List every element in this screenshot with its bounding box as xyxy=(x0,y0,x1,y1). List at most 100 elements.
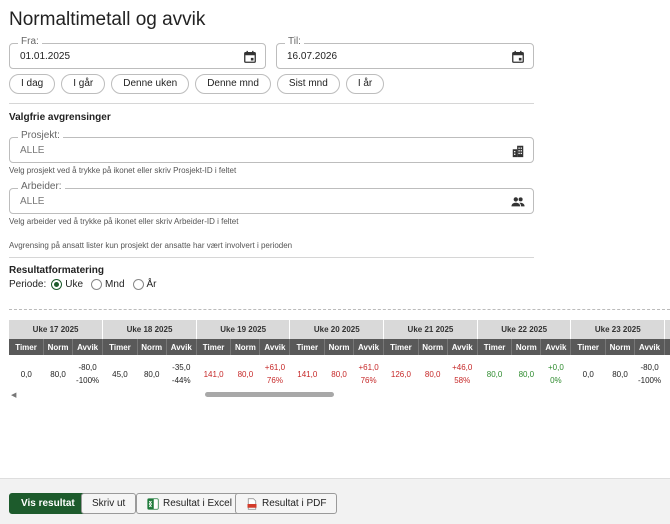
deviation-hours: +61,0 xyxy=(358,363,379,372)
column-header: Avvik xyxy=(540,339,572,355)
deviation-hours: -80,0 xyxy=(78,363,97,372)
deviation-cell: -35,0 -44% xyxy=(166,355,196,393)
column-header: Timer xyxy=(383,339,419,355)
column-header: Avvik xyxy=(353,339,385,355)
week-header: Uke 24 2025 xyxy=(664,320,670,339)
column-header: Timer xyxy=(102,339,138,355)
from-date-label: Fra: xyxy=(18,36,42,47)
filter-note: Avgrensing på ansatt lister kun prosjekt… xyxy=(9,241,293,250)
norm-cell: 80,0 xyxy=(424,369,441,379)
calendar-icon[interactable] xyxy=(511,50,525,64)
period-option-month[interactable]: Mnd xyxy=(91,279,125,290)
horizontal-scrollbar[interactable]: ◀ xyxy=(9,389,670,399)
column-header: Avvik xyxy=(259,339,291,355)
hours-cell: 45,0 xyxy=(112,369,128,379)
project-helper: Velg prosjekt ved å trykke på ikonet ell… xyxy=(9,166,237,175)
deviation-percent: -44% xyxy=(171,376,191,385)
period-option-year[interactable]: År xyxy=(132,279,157,290)
column-header: Timer xyxy=(289,339,326,355)
deviation-percent: 76% xyxy=(360,376,377,385)
norm-cell: 80,0 xyxy=(612,369,628,379)
worker-field[interactable]: Arbeider: ALLE xyxy=(9,181,534,214)
period-label: Periode: xyxy=(9,279,47,290)
pdf-button-label: Resultat i PDF xyxy=(262,498,327,509)
scroll-left-icon[interactable]: ◀ xyxy=(11,391,16,399)
week-header: Uke 22 2025 xyxy=(477,320,572,339)
calendar-icon[interactable] xyxy=(243,50,257,64)
column-header: Norm xyxy=(230,339,261,355)
quick-range-chips: I dag I går Denne uken Denne mnd Sist mn… xyxy=(9,74,385,94)
week-header: Uke 21 2025 xyxy=(383,320,478,339)
column-header: Timer xyxy=(196,339,232,355)
pdf-button[interactable]: Resultat i PDF xyxy=(235,493,338,514)
period-option-week[interactable]: Uke xyxy=(51,279,83,290)
norm-cell: 80,0 xyxy=(331,369,347,379)
deviation-hours: -35,0 xyxy=(172,363,191,372)
scrollbar-thumb[interactable] xyxy=(205,392,334,397)
deviation-percent: -100% xyxy=(76,376,100,385)
show-result-button[interactable]: Vis resultat xyxy=(9,493,87,514)
chip-this-week[interactable]: Denne uken xyxy=(111,74,190,94)
deviation-percent: 76% xyxy=(266,376,283,385)
project-value[interactable]: ALLE xyxy=(20,145,44,156)
chip-this-year[interactable]: I år xyxy=(345,74,385,94)
formatting-title: Resultatformatering xyxy=(9,265,105,276)
deviation-hours: +61,0 xyxy=(264,363,286,372)
column-header: Norm xyxy=(418,339,448,355)
building-icon[interactable] xyxy=(511,144,525,158)
week-header: Uke 18 2025 xyxy=(102,320,197,339)
column-header: Timer xyxy=(9,339,45,355)
column-header: Timer xyxy=(664,339,670,355)
filters-title: Valgfrie avgrensinger xyxy=(9,112,111,123)
week-header: Uke 20 2025 xyxy=(289,320,385,339)
column-header: Avvik xyxy=(166,339,197,355)
week-header-row: Uke 17 2025 Uke 18 2025 Uke 19 2025 Uke 20 … xyxy=(9,320,670,339)
to-date-field[interactable]: Til: 16.07.2026 xyxy=(276,36,534,69)
chip-this-month[interactable]: Denne mnd xyxy=(195,74,271,94)
period-option-label: Mnd xyxy=(105,279,125,290)
from-date-value[interactable]: 01.01.2025 xyxy=(20,51,70,62)
radio-selected[interactable] xyxy=(51,279,63,290)
deviation-percent: 58% xyxy=(454,376,471,385)
deviation-cell: -80,0 -100% xyxy=(635,355,665,393)
deviation-percent: -100% xyxy=(637,376,662,385)
hours-cell: 141,0 xyxy=(297,369,318,379)
to-date-label: Til: xyxy=(285,36,304,47)
period-radio-group: Periode: Uke Mnd År xyxy=(9,279,165,290)
hours-cell: 0,0 xyxy=(665,355,670,393)
project-field[interactable]: Prosjekt: ALLE xyxy=(9,130,534,163)
people-icon[interactable] xyxy=(511,195,525,209)
worker-value[interactable]: ALLE xyxy=(20,196,44,207)
print-button[interactable]: Skriv ut xyxy=(81,493,137,514)
hours-cell: 80,0 xyxy=(486,369,503,379)
radio-unselected[interactable] xyxy=(91,279,103,290)
excel-button[interactable]: Resultat i Excel xyxy=(136,493,243,514)
deviation-cell: +0,0 0% xyxy=(541,355,571,393)
column-header-row: Timer Norm Avvik Timer Norm Avvik Timer Norm Avv… xyxy=(9,339,670,355)
column-header: Avvik xyxy=(72,339,104,355)
hours-cell: 0,0 xyxy=(20,369,32,379)
divider xyxy=(9,257,534,258)
to-date-value[interactable]: 16.07.2026 xyxy=(287,51,337,62)
from-date-field[interactable]: Fra: 01.01.2025 xyxy=(9,36,266,69)
pdf-icon xyxy=(247,497,257,510)
project-label: Prosjekt: xyxy=(18,130,63,141)
divider xyxy=(9,103,534,104)
deviation-percent: 0% xyxy=(550,376,562,385)
hours-cell: 141,0 xyxy=(203,369,224,379)
results-table-container: Uke 17 2025 Uke 18 2025 Uke 19 2025 Uke 20 … xyxy=(9,320,670,400)
deviation-cell: +61,0 76% xyxy=(354,355,384,393)
chip-yesterday[interactable]: I går xyxy=(61,74,106,94)
norm-cell: 80,0 xyxy=(237,369,254,379)
excel-button-label: Resultat i Excel xyxy=(163,498,232,509)
hours-cell: 0,0 xyxy=(582,369,594,379)
chip-last-month[interactable]: Sist mnd xyxy=(276,74,340,94)
worker-label: Arbeider: xyxy=(18,181,65,192)
chip-today[interactable]: I dag xyxy=(9,74,56,94)
column-header: Timer xyxy=(477,339,513,355)
column-header: Avvik xyxy=(447,339,478,355)
norm-cell: 80,0 xyxy=(518,369,535,379)
column-header: Norm xyxy=(43,339,74,355)
deviation-hours: +46,0 xyxy=(452,363,473,372)
radio-unselected[interactable] xyxy=(132,279,144,290)
